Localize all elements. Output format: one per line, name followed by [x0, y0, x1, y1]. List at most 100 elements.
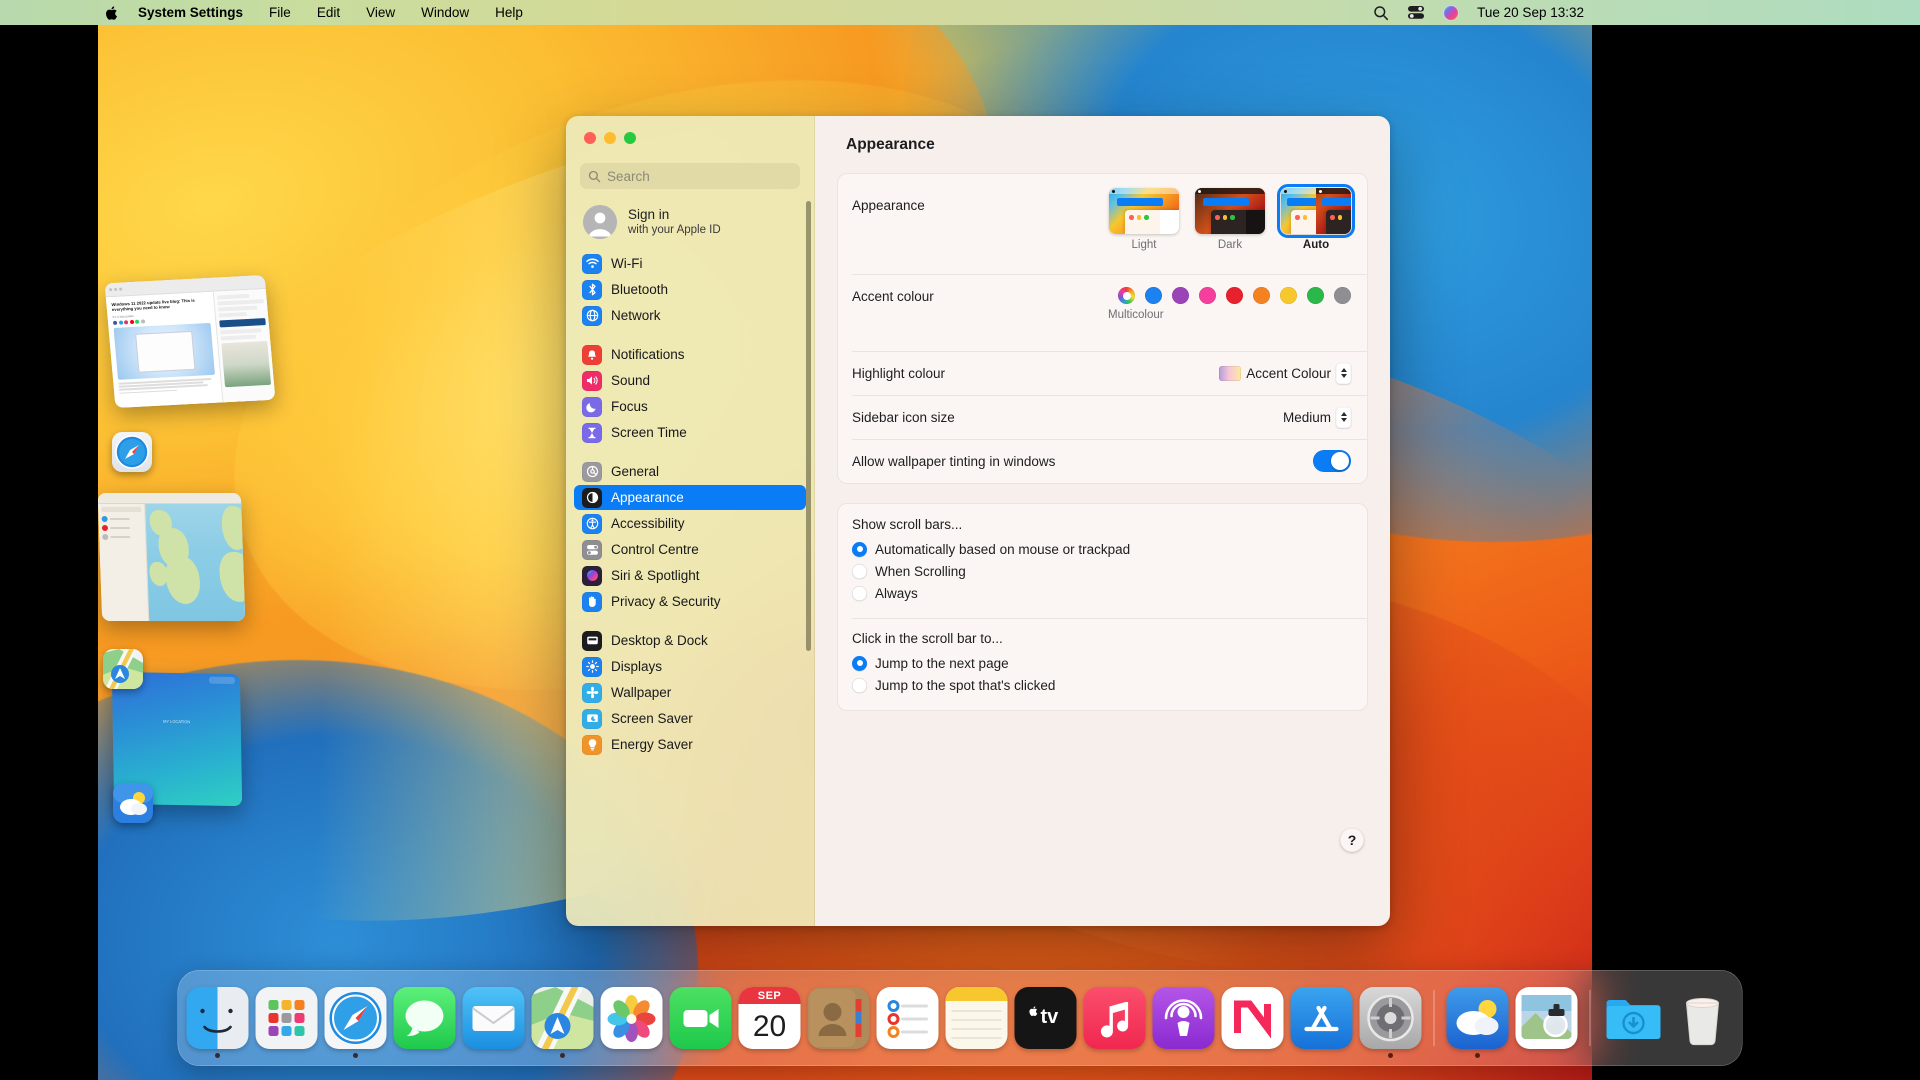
radio-option-spot-clicked[interactable]: Jump to the spot that's clicked [852, 674, 1351, 696]
minimise-button[interactable] [604, 132, 616, 144]
radio-button[interactable] [852, 656, 867, 671]
appearance-thumb-auto[interactable] [1281, 188, 1351, 234]
dock-item-finder[interactable] [187, 987, 249, 1049]
accent-swatch-yellow[interactable] [1280, 287, 1297, 304]
accent-swatch-green[interactable] [1307, 287, 1324, 304]
sidebar-item-appearance[interactable]: Appearance [574, 485, 806, 510]
news-icon[interactable] [1222, 987, 1284, 1049]
maps-icon[interactable] [532, 987, 594, 1049]
menu-item-edit[interactable]: Edit [304, 5, 353, 20]
trash-icon[interactable] [1672, 987, 1734, 1049]
accent-swatch-grey[interactable] [1334, 287, 1351, 304]
accent-swatch-pink[interactable] [1199, 287, 1216, 304]
sidebar-item-network[interactable]: Network [574, 303, 806, 328]
sidebar-item-wallpaper[interactable]: Wallpaper [574, 680, 806, 705]
dock-item-maps[interactable] [532, 987, 594, 1049]
dock-item-facetime[interactable] [670, 987, 732, 1049]
siri-icon[interactable] [1443, 5, 1459, 21]
menu-item-view[interactable]: View [353, 5, 408, 20]
chevron-updown-icon[interactable] [1336, 407, 1351, 428]
appearance-thumb-light[interactable] [1109, 188, 1179, 234]
search-icon[interactable] [1373, 5, 1389, 21]
appearance-option-dark[interactable]: Dark [1195, 188, 1265, 251]
calendar-icon[interactable]: SEP 20 [739, 987, 801, 1049]
weather-icon[interactable] [1447, 987, 1509, 1049]
dock-item-safari[interactable] [325, 987, 387, 1049]
safari-icon[interactable] [325, 987, 387, 1049]
help-button[interactable]: ? [1340, 828, 1364, 852]
dock-item-trash[interactable] [1672, 987, 1734, 1049]
sidebar-item-screen-saver[interactable]: Screen Saver [574, 706, 806, 731]
appearance-thumb-dark[interactable] [1195, 188, 1265, 234]
system-settings-icon[interactable] [1360, 987, 1422, 1049]
dock-item-photos[interactable] [601, 987, 663, 1049]
notes-icon[interactable] [946, 987, 1008, 1049]
menu-item-window[interactable]: Window [408, 5, 482, 20]
radio-option-next-page[interactable]: Jump to the next page [852, 652, 1351, 674]
accent-swatch-multicolour[interactable] [1118, 287, 1135, 304]
chevron-updown-icon[interactable] [1336, 363, 1351, 384]
appstore-icon[interactable] [1291, 987, 1353, 1049]
sidebar-item-bluetooth[interactable]: Bluetooth [574, 277, 806, 302]
sidebar-item-focus[interactable]: Focus [574, 394, 806, 419]
dock-item-tv[interactable]: tv [1015, 987, 1077, 1049]
sidebar-item-general[interactable]: General [574, 459, 806, 484]
menu-item-help[interactable]: Help [482, 5, 536, 20]
sidebar-item-accessibility[interactable]: Accessibility [574, 511, 806, 536]
dock-item-weather[interactable] [1447, 987, 1509, 1049]
dock-item-messages[interactable] [394, 987, 456, 1049]
dock-item-notes[interactable] [946, 987, 1008, 1049]
downloads-folder-icon[interactable] [1603, 987, 1665, 1049]
dock-item-news[interactable] [1222, 987, 1284, 1049]
desktop-window-safari[interactable]: Windows 11 2022 update live blog: This i… [105, 275, 276, 408]
safari-icon[interactable] [112, 432, 152, 472]
radio-button[interactable] [852, 564, 867, 579]
preview-icon[interactable] [1516, 987, 1578, 1049]
sidebar-item-apple-id[interactable]: Sign in with your Apple ID [566, 201, 814, 251]
dock-item-downloads[interactable] [1603, 987, 1665, 1049]
dock-item-contacts[interactable] [808, 987, 870, 1049]
sidebar-item-notifications[interactable]: Notifications [574, 342, 806, 367]
dock-item-music[interactable] [1084, 987, 1146, 1049]
desktop-window-maps[interactable] [98, 493, 246, 621]
messages-icon[interactable] [394, 987, 456, 1049]
radio-option-automatic[interactable]: Automatically based on mouse or trackpad [852, 538, 1351, 560]
sidebar-scrollbar[interactable] [806, 201, 811, 651]
dock-item-system-settings[interactable] [1360, 987, 1422, 1049]
sidebar-item-desktop-dock[interactable]: Desktop & Dock [574, 628, 806, 653]
dock-item-reminders[interactable] [877, 987, 939, 1049]
dock-item-preview[interactable] [1516, 987, 1578, 1049]
sidebar-item-siri-spotlight[interactable]: Siri & Spotlight [574, 563, 806, 588]
contacts-icon[interactable] [808, 987, 870, 1049]
radio-button[interactable] [852, 586, 867, 601]
maps-icon[interactable] [103, 649, 143, 689]
close-button[interactable] [584, 132, 596, 144]
sidebar-item-control-centre[interactable]: Control Centre [574, 537, 806, 562]
dock-item-launchpad[interactable] [256, 987, 318, 1049]
dock-item-podcasts[interactable] [1153, 987, 1215, 1049]
music-icon[interactable] [1084, 987, 1146, 1049]
accent-swatch-red[interactable] [1226, 287, 1243, 304]
sidebar-item-displays[interactable]: Displays [574, 654, 806, 679]
radio-option-when-scrolling[interactable]: When Scrolling [852, 560, 1351, 582]
sidebar-item-sound[interactable]: Sound [574, 368, 806, 393]
system-settings-window[interactable]: Search Sign in with your Apple ID [566, 116, 1390, 926]
dock-item-calendar[interactable]: SEP 20 [739, 987, 801, 1049]
launchpad-icon[interactable] [256, 987, 318, 1049]
search-input[interactable]: Search [580, 163, 800, 189]
podcasts-icon[interactable] [1153, 987, 1215, 1049]
radio-option-always[interactable]: Always [852, 582, 1351, 604]
apple-logo-icon[interactable] [98, 5, 132, 21]
wallpaper-tinting-toggle[interactable] [1313, 450, 1351, 472]
control-centre-icon[interactable] [1407, 5, 1425, 20]
weather-icon[interactable] [113, 783, 153, 823]
accent-swatch-blue[interactable] [1145, 287, 1162, 304]
radio-button[interactable] [852, 542, 867, 557]
accent-swatch-purple[interactable] [1172, 287, 1189, 304]
dock-item-mail[interactable] [463, 987, 525, 1049]
sidebar-item-screen-time[interactable]: Screen Time [574, 420, 806, 445]
reminders-icon[interactable] [877, 987, 939, 1049]
dock-item-app-store[interactable] [1291, 987, 1353, 1049]
mail-icon[interactable] [463, 987, 525, 1049]
radio-button[interactable] [852, 678, 867, 693]
